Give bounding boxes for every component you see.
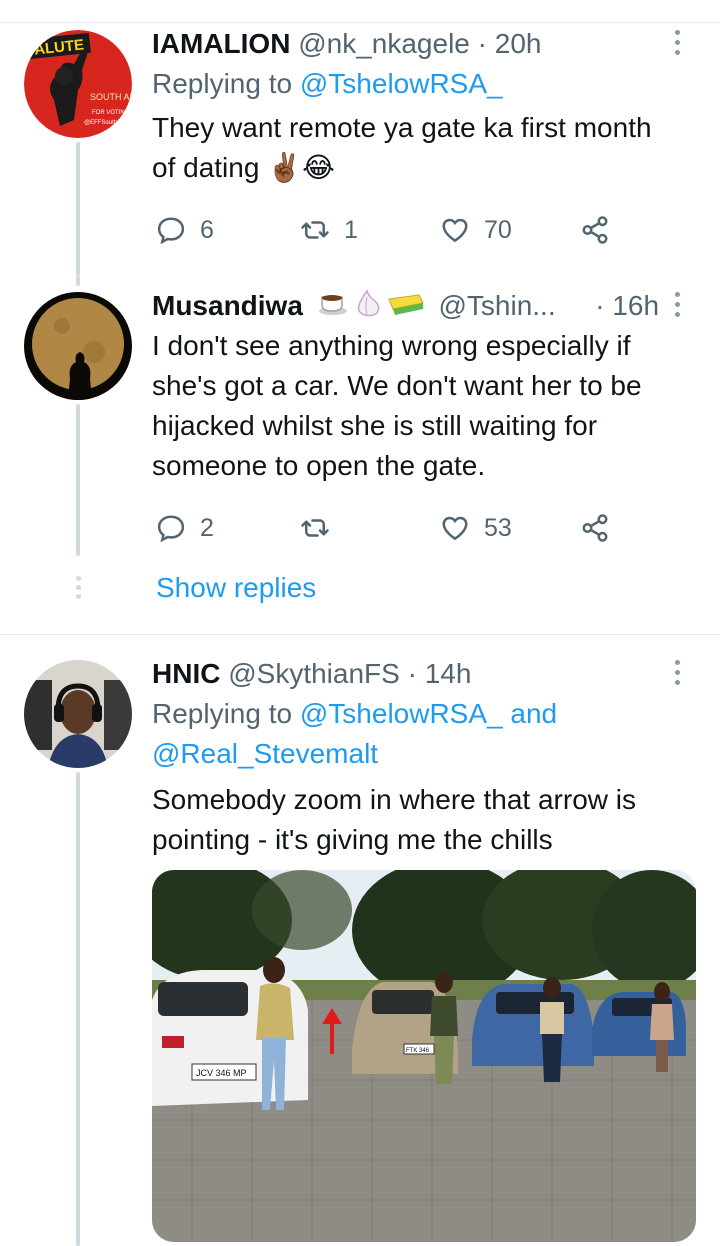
tweet-header: HNIC @SkythianFS · 14h: [152, 654, 700, 694]
tweet-iamalion[interactable]: ALUTE SOUTH AFRICA FOR VOTING @EFFSouthA…: [0, 24, 720, 276]
tweet-text-line: she's got a car. We don't want her to be: [152, 370, 642, 401]
tweet-text-line: of dating ✌🏾😂: [152, 152, 335, 183]
separator-dot: ·: [477, 28, 487, 59]
reply-icon: [157, 515, 185, 543]
retweet-button[interactable]: 1: [300, 210, 358, 250]
like-button[interactable]: 70: [440, 210, 512, 250]
like-count: 53: [484, 514, 512, 542]
display-name[interactable]: Musandiwa: [152, 290, 303, 321]
timestamp[interactable]: 14h: [425, 658, 472, 689]
thread-line: [76, 772, 80, 1246]
mention-link[interactable]: @Real_Stevemalt: [152, 738, 378, 769]
thread-line: [76, 276, 80, 286]
reply-icon: [157, 217, 185, 245]
heart-icon: [442, 218, 468, 243]
parking-lot-photo: JCV 346 MP FTK 346: [152, 870, 696, 1242]
name-emojis: [317, 287, 425, 328]
reply-button[interactable]: 6: [156, 210, 214, 250]
mention-link[interactable]: @TshelowRSA_: [300, 698, 503, 729]
coffee-icon: [318, 295, 347, 316]
tweet-text: They want remote ya gate ka first month …: [152, 108, 700, 188]
heart-icon: [442, 516, 468, 541]
svg-text:@EFFSouthAfr: @EFFSouthAfr: [84, 120, 125, 126]
avatar-image: [24, 660, 132, 768]
tweet-actions: 6 1 70: [152, 210, 700, 250]
tweet-text-line: pointing - it's giving me the chills: [152, 824, 553, 855]
tweet-musandiwa[interactable]: Musandiwa @Tshin... · 16h I don't see an…: [0, 276, 720, 556]
mention-link[interactable]: @TshelowRSA_: [300, 68, 503, 99]
tweet-header: IAMALION @nk_nkagele · 20h: [152, 24, 700, 64]
share-button[interactable]: [580, 508, 624, 548]
sponge-icon: [388, 294, 424, 316]
replying-prefix: Replying to: [152, 68, 293, 99]
avatar[interactable]: [24, 292, 132, 400]
more-options-icon[interactable]: [672, 292, 682, 322]
replying-and[interactable]: and: [510, 698, 557, 729]
user-handle[interactable]: @Tshin...: [438, 290, 555, 321]
svg-text:JCV 346 MP: JCV 346 MP: [196, 1068, 247, 1078]
tweet-text-line: hijacked whilst she is still waiting for: [152, 410, 598, 441]
tweet-text: I don't see anything wrong especially if…: [152, 326, 700, 486]
replying-to: Replying to @TshelowRSA_: [152, 64, 700, 104]
thread-line: [76, 404, 80, 556]
tweet-text-line: someone to open the gate.: [152, 450, 486, 481]
retweet-button[interactable]: [300, 508, 344, 548]
share-icon: [582, 514, 608, 542]
more-options-icon[interactable]: [672, 660, 682, 690]
tweet-text: Somebody zoom in where that arrow is poi…: [152, 780, 700, 860]
show-replies-link[interactable]: Show replies: [156, 572, 316, 604]
avatar-image: ALUTE SOUTH AFRICA FOR VOTING @EFFSouthA…: [24, 30, 132, 138]
svg-text:FOR VOTING: FOR VOTING: [92, 110, 130, 116]
svg-text:FTK 346: FTK 346: [406, 1048, 430, 1054]
garlic-icon: [357, 289, 380, 317]
display-name[interactable]: IAMALION: [152, 28, 290, 59]
more-replies-dots: [74, 576, 82, 603]
retweet-icon: [301, 519, 329, 537]
replying-to: Replying to @TshelowRSA_ and @Real_Steve…: [152, 694, 700, 774]
reply-button[interactable]: 2: [156, 508, 214, 548]
tweet-text-line: Somebody zoom in where that arrow is: [152, 784, 636, 815]
user-handle[interactable]: @nk_nkagele: [298, 28, 470, 59]
tweet-actions: 2 53: [152, 508, 700, 548]
user-handle[interactable]: @SkythianFS: [228, 658, 400, 689]
thread-line: [76, 142, 80, 276]
timestamp[interactable]: 20h: [495, 28, 542, 59]
tweet-header: Musandiwa @Tshin... · 16h: [152, 286, 700, 326]
avatar[interactable]: ALUTE SOUTH AFRICA FOR VOTING @EFFSouthA…: [24, 30, 132, 138]
tweet-hnic[interactable]: HNIC @SkythianFS · 14h Replying to @Tshe…: [0, 654, 720, 1246]
more-options-icon[interactable]: [672, 30, 682, 60]
display-name[interactable]: HNIC: [152, 658, 220, 689]
retweet-icon: [301, 221, 329, 239]
avatar-image: [24, 292, 132, 400]
thread-divider: [0, 634, 720, 635]
reply-count: 6: [200, 216, 214, 244]
retweet-count: 1: [344, 216, 358, 244]
tweet-photo[interactable]: JCV 346 MP FTK 346: [152, 870, 696, 1242]
share-button[interactable]: [580, 210, 624, 250]
avatar[interactable]: [24, 660, 132, 768]
svg-text:SOUTH AFRICA: SOUTH AFRICA: [90, 92, 132, 102]
separator-dot: ·: [595, 290, 605, 321]
like-button[interactable]: 53: [440, 508, 512, 548]
timestamp[interactable]: 16h: [612, 290, 659, 321]
like-count: 70: [484, 216, 512, 244]
top-divider: [0, 22, 720, 23]
tweet-text-line: I don't see anything wrong especially if: [152, 330, 631, 361]
tweet-text-line: They want remote ya gate ka first month: [152, 112, 652, 143]
separator-dot: ·: [407, 658, 417, 689]
share-icon: [582, 216, 608, 244]
replying-prefix: Replying to: [152, 698, 293, 729]
reply-count: 2: [200, 514, 214, 542]
